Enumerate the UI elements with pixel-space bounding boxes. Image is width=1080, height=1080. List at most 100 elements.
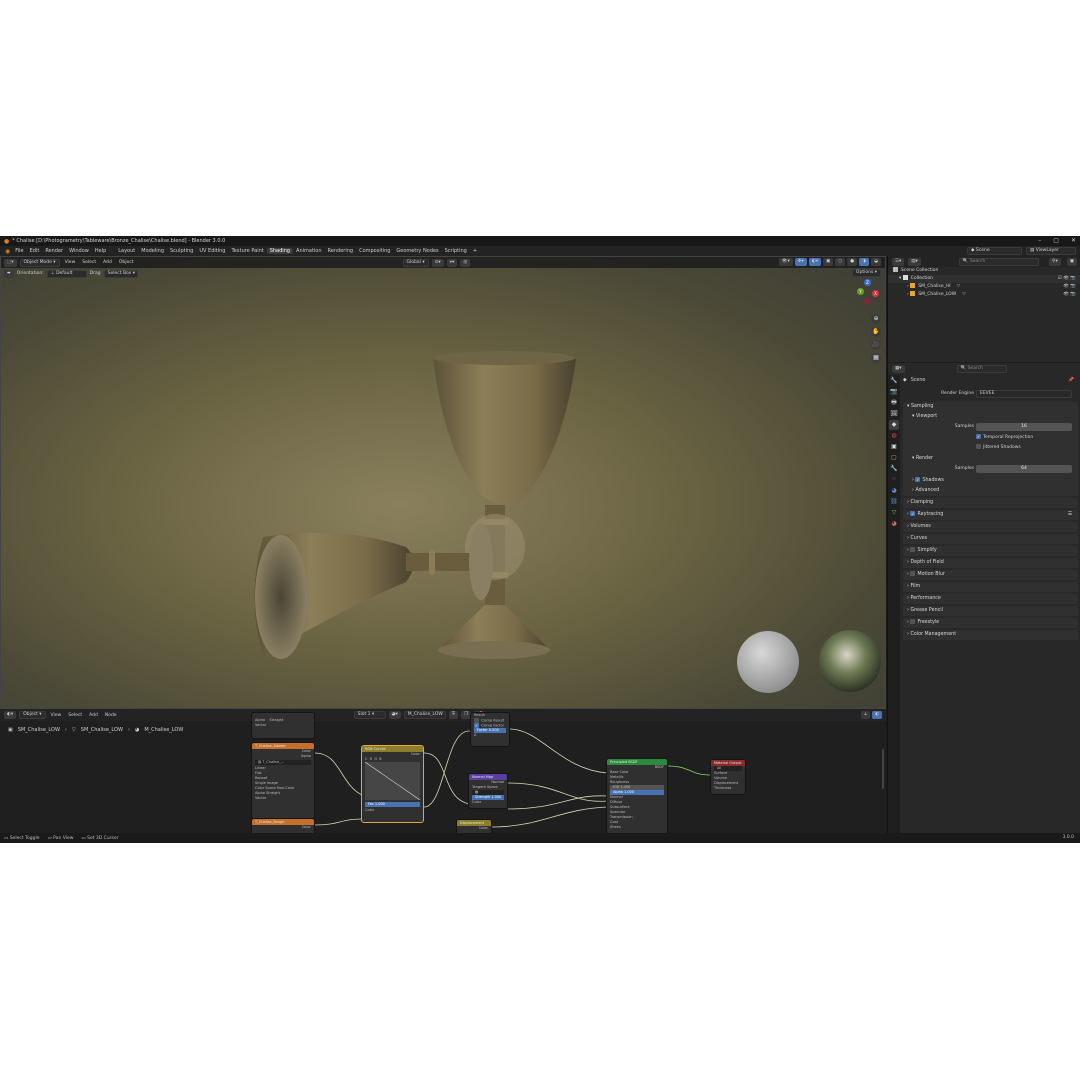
- node-editor-scrollbar[interactable]: [882, 749, 884, 789]
- outliner-scene-collection[interactable]: Scene Collection: [888, 267, 1080, 275]
- node-top-left[interactable]: Alpha Straight Vector: [251, 712, 315, 739]
- curves-panel[interactable]: › Curves: [903, 534, 1078, 544]
- image-selector-field[interactable]: ▧ T_Chalise_...: [255, 760, 311, 765]
- outliner-collection[interactable]: ▾ Collection ☑ 👁 📷: [888, 275, 1080, 283]
- node-rgb-curves[interactable]: RGB Curves Color C R G B Fac 1.000 Color: [361, 745, 424, 823]
- node-mix[interactable]: Result Clamp Result ✓ Clamp Factor Factor…: [470, 712, 510, 747]
- camera-render-icon[interactable]: 📷: [1070, 276, 1076, 281]
- maximize-button[interactable]: ▢: [1053, 237, 1059, 244]
- standing-chalice[interactable]: [433, 351, 576, 659]
- outliner[interactable]: ☰▾ ▤▾ 🔍 Search ⚲▾ ▣ Scene Collection ▾ C…: [887, 256, 1080, 362]
- grease-pencil-panel[interactable]: › Grease Pencil: [903, 606, 1078, 616]
- temporal-reprojection-checkbox[interactable]: ✓: [976, 434, 981, 439]
- render-samples-field[interactable]: 64: [976, 465, 1072, 473]
- outliner-object-low[interactable]: › SM_Chalise_LOW ▽ 👁 📷: [888, 291, 1080, 299]
- menu-edit[interactable]: Edit: [27, 248, 43, 254]
- 3d-viewport[interactable]: ⬚▾ Object Mode ▾ View Select Add Object …: [0, 256, 886, 709]
- temporal-reprojection-row[interactable]: ✓ Temporal Reprojection: [903, 432, 1078, 442]
- scene-tab-icon[interactable]: ◆: [889, 420, 899, 430]
- tab-geometry-nodes[interactable]: Geometry Nodes: [393, 248, 441, 254]
- eye-icon[interactable]: 👁: [1063, 284, 1069, 289]
- eye-icon[interactable]: 👁: [1063, 276, 1069, 281]
- outliner-search-input[interactable]: 🔍 Search: [958, 257, 1039, 266]
- shader-node-editor[interactable]: ◐▾ Object ▾ View Select Add Node Slot 1 …: [0, 709, 886, 833]
- tab-rendering[interactable]: Rendering: [325, 248, 357, 254]
- properties-search-input[interactable]: 🔍 Search: [956, 365, 1007, 373]
- render-subpanel-header[interactable]: ▾ Render: [903, 454, 1078, 464]
- physics-tab-icon[interactable]: ◕: [889, 486, 899, 496]
- tool-tab-icon[interactable]: 🔧: [889, 376, 899, 386]
- pin-icon[interactable]: 📌: [1068, 378, 1074, 383]
- motion-blur-checkbox[interactable]: [910, 571, 916, 576]
- tab-sculpting[interactable]: Sculpting: [167, 248, 196, 254]
- node-principled-bsdf[interactable]: Principled BSDF BSDF Base Color Metallic…: [606, 758, 668, 833]
- color-management-panel[interactable]: › Color Management: [903, 630, 1078, 640]
- freestyle-checkbox[interactable]: [910, 619, 916, 624]
- tab-texture-paint[interactable]: Texture Paint: [228, 248, 266, 254]
- outliner-type-icon[interactable]: ☰▾: [892, 257, 905, 266]
- raytracing-panel[interactable]: › ✓ Raytracing ☰: [903, 510, 1078, 520]
- jittered-shadows-row[interactable]: Jittered Shadows: [903, 442, 1078, 452]
- raytracing-checkbox[interactable]: ✓: [910, 511, 916, 516]
- render-tab-icon[interactable]: 📷: [889, 387, 899, 397]
- menu-help[interactable]: Help: [92, 248, 109, 254]
- properties-type-icon[interactable]: ▦▾: [892, 365, 905, 373]
- modifier-tab-icon[interactable]: 🔧: [889, 464, 899, 474]
- world-tab-icon[interactable]: ◍: [889, 431, 899, 441]
- tab-modeling[interactable]: Modeling: [138, 248, 167, 254]
- node-image-texture-albedo[interactable]: T_Chalise_Albedo Color Alpha ▧ T_Chalise…: [251, 742, 315, 819]
- close-button[interactable]: ✕: [1071, 237, 1076, 244]
- node-material-output[interactable]: Material Output All Surface Volume Displ…: [710, 759, 746, 795]
- collection-tab-icon[interactable]: ▣: [889, 442, 899, 452]
- advanced-subpanel-header[interactable]: › Advanced: [903, 486, 1078, 496]
- tab-layout[interactable]: Layout: [115, 248, 138, 254]
- object-tab-icon[interactable]: ▢: [889, 453, 899, 463]
- tab-shading[interactable]: Shading: [266, 248, 294, 254]
- freestyle-panel[interactable]: › Freestyle: [903, 618, 1078, 628]
- data-tab-icon[interactable]: ▽: [889, 508, 899, 518]
- outliner-object-hi[interactable]: › SM_Chalise_HI ▽ 👁 📷: [888, 283, 1080, 291]
- shadows-subpanel-header[interactable]: › ✓ Shadows: [903, 476, 1078, 486]
- minimize-button[interactable]: –: [1038, 237, 1041, 244]
- constraints-tab-icon[interactable]: ⛓: [889, 497, 899, 507]
- depth-of-field-panel[interactable]: › Depth of Field: [903, 558, 1078, 568]
- camera-render-icon[interactable]: 📷: [1070, 292, 1076, 297]
- menu-file[interactable]: File: [12, 248, 26, 254]
- tab-scripting[interactable]: Scripting: [442, 248, 470, 254]
- view-layer-tab-icon[interactable]: 🖼: [889, 409, 899, 419]
- motion-blur-panel[interactable]: › Motion Blur: [903, 570, 1078, 580]
- shadows-checkbox[interactable]: ✓: [915, 477, 921, 482]
- performance-panel[interactable]: › Performance: [903, 594, 1078, 604]
- tab-compositing[interactable]: Compositing: [356, 248, 393, 254]
- curve-graph[interactable]: [364, 761, 421, 801]
- menu-render[interactable]: Render: [42, 248, 66, 254]
- camera-render-icon[interactable]: 📷: [1070, 284, 1076, 289]
- blender-menu-icon[interactable]: ◉: [3, 248, 12, 255]
- clamping-panel[interactable]: › Clamping: [903, 498, 1078, 508]
- node-normal-map[interactable]: Normal Map Normal Tangent Space ▦ Streng…: [468, 773, 508, 809]
- node-image-texture-rough[interactable]: T_Chalise_Rough Color: [251, 818, 315, 833]
- node-panel-sheen[interactable]: Sheen: [607, 825, 667, 830]
- node-fac-field[interactable]: Fac 1.000: [365, 802, 420, 807]
- checkbox-icon[interactable]: ☑: [1058, 276, 1062, 281]
- chalice-models[interactable]: [1, 257, 886, 709]
- simplify-panel[interactable]: › Simplify: [903, 546, 1078, 556]
- sampling-panel-header[interactable]: ▾ Sampling: [903, 402, 1078, 412]
- outliner-filter-mode-icon[interactable]: ▤▾: [908, 257, 921, 266]
- simplify-checkbox[interactable]: [910, 547, 916, 552]
- scene-selector[interactable]: ◆ Scene: [967, 247, 1022, 255]
- particles-tab-icon[interactable]: ⁘: [889, 475, 899, 485]
- properties-editor[interactable]: ▦▾ 🔍 Search 🔧 📷 🖶 🖼 ◆ ◍ ▣ ▢ 🔧 ⁘ ◕ ⛓ ▽ ◕ …: [887, 363, 1080, 833]
- viewport-samples-field[interactable]: 16: [976, 423, 1072, 431]
- tab-animation[interactable]: Animation: [293, 248, 325, 254]
- menu-window[interactable]: Window: [66, 248, 92, 254]
- tab-uv-editing[interactable]: UV Editing: [196, 248, 228, 254]
- output-tab-icon[interactable]: 🖶: [889, 398, 899, 408]
- node-displacement[interactable]: Displacement Color: [456, 819, 492, 833]
- viewport-subpanel-header[interactable]: ▾ Viewport: [903, 412, 1078, 422]
- volumes-panel[interactable]: › Volumes: [903, 522, 1078, 532]
- jittered-shadows-checkbox[interactable]: [976, 444, 981, 449]
- material-tab-icon[interactable]: ◕: [889, 519, 899, 529]
- add-workspace-button[interactable]: +: [470, 248, 480, 254]
- viewlayer-selector[interactable]: ▤ ViewLayer: [1026, 247, 1076, 255]
